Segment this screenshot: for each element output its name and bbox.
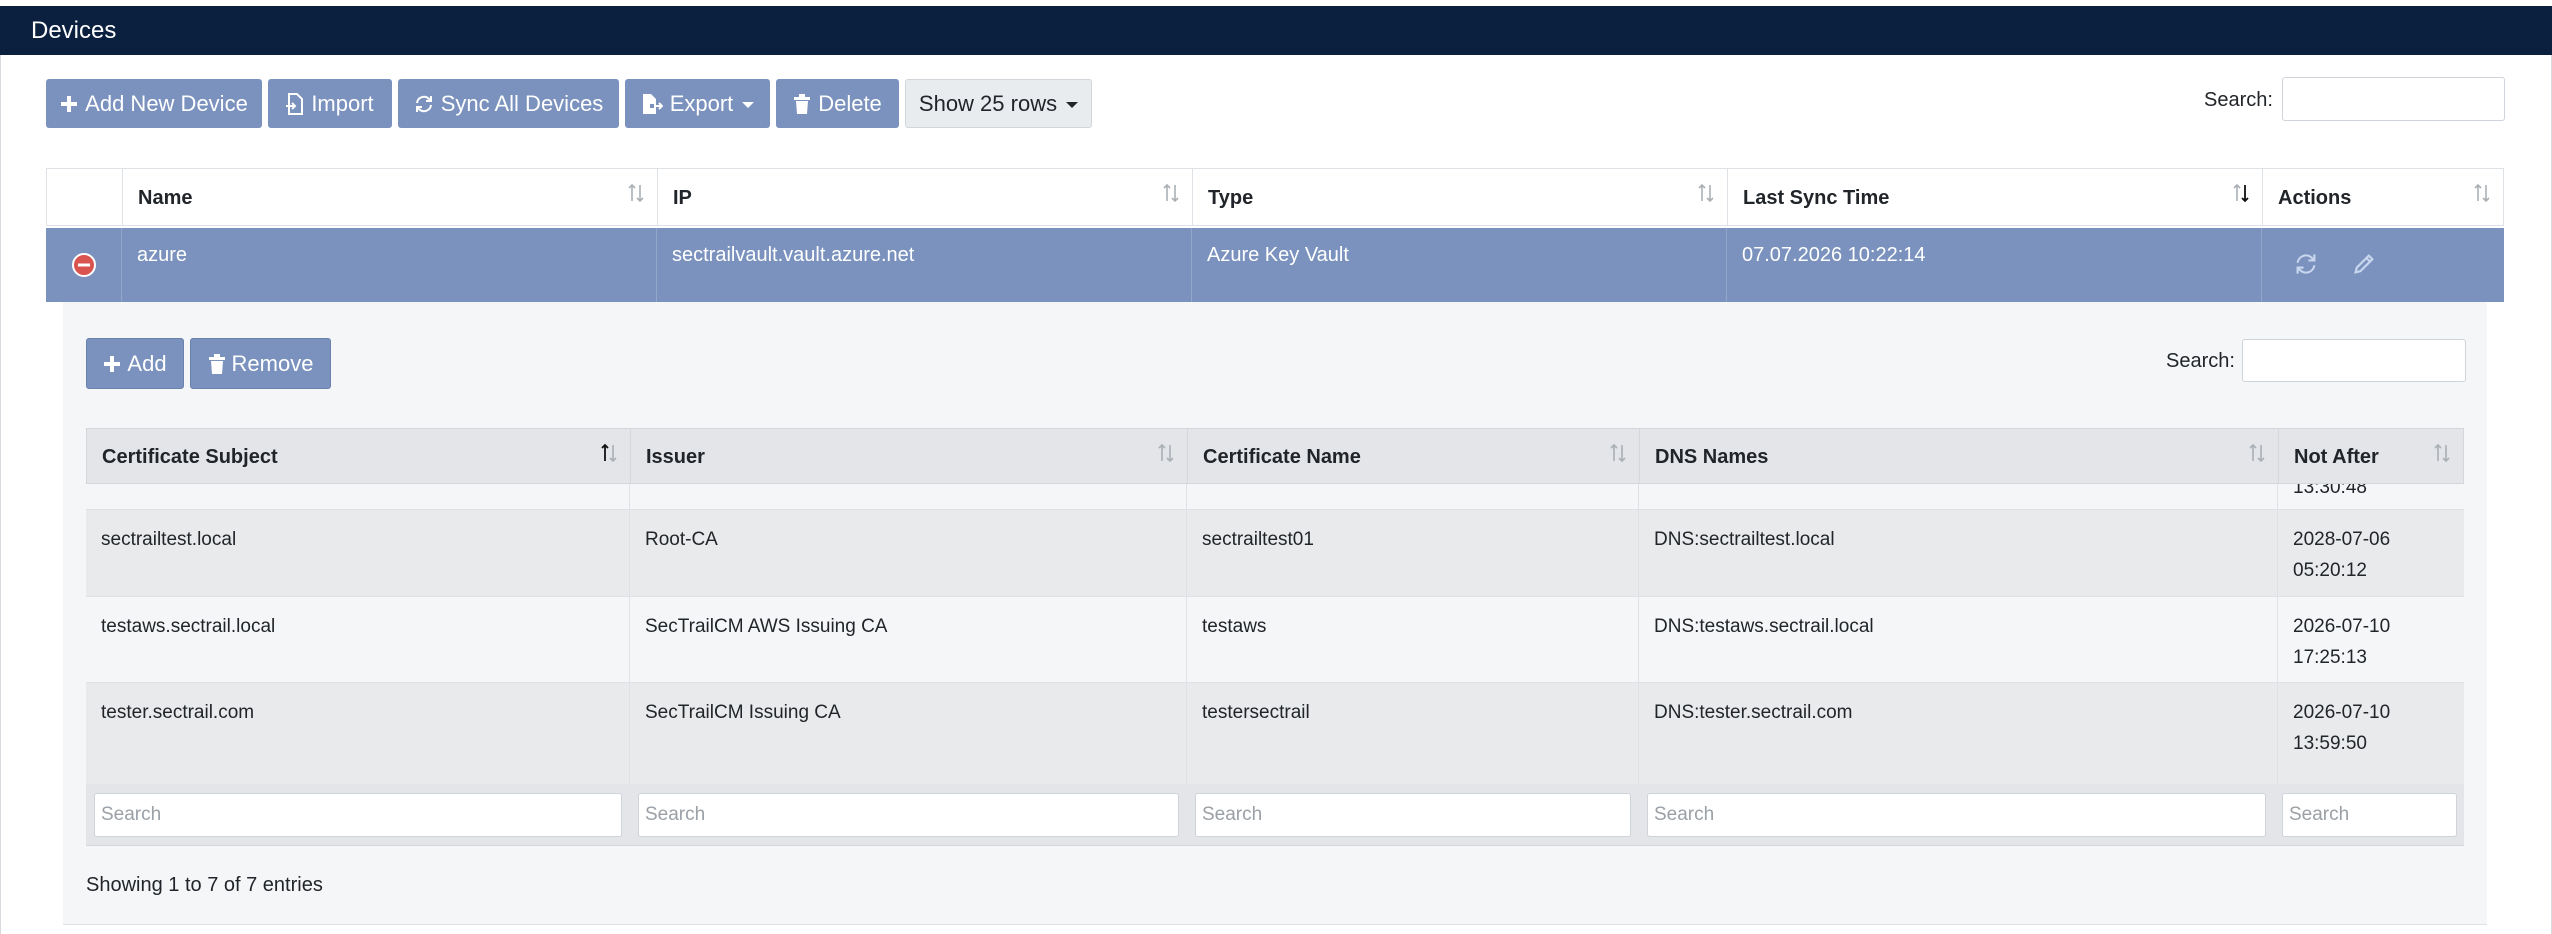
- add-new-device-button[interactable]: Add New Device: [46, 79, 262, 128]
- sync-all-devices-label: Sync All Devices: [440, 90, 604, 116]
- column-header-issuer[interactable]: Issuer: [631, 429, 1188, 483]
- file-export-icon: [642, 93, 663, 114]
- filter-certificate-name-input[interactable]: [1195, 793, 1631, 837]
- column-header-name[interactable]: Name: [123, 169, 658, 225]
- chevron-down-icon: [1066, 101, 1079, 108]
- table-row[interactable]: 13:30:48: [86, 484, 2464, 510]
- sync-icon: [415, 95, 432, 112]
- column-header-not-after[interactable]: Not After: [2279, 429, 2463, 483]
- table-row[interactable]: testaws.sectrail.local SecTrailCM AWS Is…: [86, 597, 2464, 683]
- sort-icon: [1163, 183, 1179, 203]
- column-header-last-sync-time[interactable]: Last Sync Time: [1728, 169, 2263, 225]
- column-header-certificate-name[interactable]: Certificate Name: [1188, 429, 1640, 483]
- column-header-actions[interactable]: Actions: [2263, 169, 2503, 225]
- export-dropdown-button[interactable]: Export: [625, 79, 770, 128]
- add-certificate-button[interactable]: Add: [86, 338, 184, 389]
- import-button[interactable]: Import: [268, 79, 392, 128]
- sort-asc-icon: [601, 443, 617, 463]
- trash-icon: [794, 93, 811, 114]
- certificate-subject-cell: testaws.sectrail.local: [86, 597, 630, 682]
- search-input[interactable]: [2282, 77, 2505, 121]
- certificates-table-body[interactable]: 13:30:48 sectrailtest.local Root-CA sect…: [86, 484, 2464, 784]
- add-certificate-label: Add: [127, 350, 167, 376]
- filter-not-after-input[interactable]: [2282, 793, 2457, 837]
- trash-icon: [208, 353, 225, 374]
- page-title: Devices: [31, 17, 117, 44]
- pagination-info: Showing 1 to 7 of 7 entries: [86, 874, 323, 896]
- device-last-sync-cell: 07.07.2026 10:22:14: [1727, 228, 2262, 302]
- sync-all-devices-button[interactable]: Sync All Devices: [398, 79, 619, 128]
- filter-certificate-subject-input[interactable]: [94, 793, 622, 837]
- sort-icon: [628, 183, 644, 203]
- dns-names-cell: DNS:testaws.sectrail.local: [1639, 597, 2278, 682]
- certificate-name-cell: sectrailtest01: [1187, 510, 1639, 596]
- table-row[interactable]: tester.sectrail.com SecTrailCM Issuing C…: [86, 683, 2464, 784]
- column-filter-row: [86, 784, 2464, 846]
- sort-icon: [2474, 183, 2490, 203]
- column-header-type[interactable]: Type: [1193, 169, 1728, 225]
- sync-icon[interactable]: [2294, 252, 2318, 276]
- rows-per-page-label: Show 25 rows: [918, 90, 1058, 116]
- import-label: Import: [311, 90, 374, 116]
- device-type-cell: Azure Key Vault: [1192, 228, 1727, 302]
- devices-table-header: Name IP Type Last Sync Time Actions: [46, 168, 2504, 226]
- certificate-name-cell: testaws: [1187, 597, 1639, 682]
- filter-issuer-input[interactable]: [638, 793, 1179, 837]
- certificates-table-header: Certificate Subject Issuer Certificate N…: [86, 428, 2464, 484]
- file-import-icon: [286, 92, 304, 115]
- not-after-cell: 2028-07-06 05:20:12: [2293, 529, 2391, 581]
- filter-dns-names-input[interactable]: [1647, 793, 2266, 837]
- table-row[interactable]: sectrailtest.local Root-CA sectrailtest0…: [86, 510, 2464, 597]
- chevron-down-icon: [742, 101, 755, 108]
- delete-button[interactable]: Delete: [776, 79, 899, 128]
- table-row[interactable]: azure sectrailvault.vault.azure.net Azur…: [46, 228, 2504, 302]
- add-new-device-label: Add New Device: [85, 90, 248, 116]
- column-header-dns-names[interactable]: DNS Names: [1640, 429, 2279, 483]
- sort-icon: [1610, 443, 1626, 463]
- remove-certificate-button[interactable]: Remove: [190, 338, 331, 389]
- not-after-cell: 13:30:48: [2293, 484, 2367, 498]
- remove-certificate-label: Remove: [231, 350, 314, 376]
- not-after-cell: 2026-07-10 13:59:50: [2293, 702, 2391, 754]
- column-header-certificate-subject[interactable]: Certificate Subject: [87, 429, 631, 483]
- pencil-icon[interactable]: [2352, 252, 2376, 276]
- sort-icon: [2249, 443, 2265, 463]
- rows-per-page-dropdown[interactable]: Show 25 rows: [905, 79, 1092, 128]
- delete-label: Delete: [818, 90, 882, 116]
- expand-cell: [46, 228, 122, 302]
- issuer-cell: SecTrailCM AWS Issuing CA: [630, 597, 1187, 682]
- certificate-search-label: Search:: [2166, 350, 2235, 372]
- sort-icon: [1158, 443, 1174, 463]
- column-header-ip[interactable]: IP: [658, 169, 1193, 225]
- sort-desc-icon: [2233, 183, 2249, 203]
- export-label: Export: [669, 90, 734, 116]
- issuer-cell: Root-CA: [630, 510, 1187, 596]
- sort-icon: [2434, 443, 2450, 463]
- dns-names-cell: DNS:sectrailtest.local: [1639, 510, 2278, 596]
- not-after-cell: 2026-07-10 17:25:13: [2293, 616, 2391, 668]
- certificate-subject-cell: tester.sectrail.com: [86, 683, 630, 784]
- device-name-cell: azure: [122, 228, 657, 302]
- device-actions-cell: [2262, 228, 2504, 302]
- expand-column-header: [47, 169, 123, 225]
- sort-icon: [1698, 183, 1714, 203]
- dns-names-cell: DNS:tester.sectrail.com: [1639, 683, 2278, 784]
- plus-icon: [61, 95, 78, 112]
- certificate-search-input[interactable]: [2242, 339, 2466, 382]
- certificate-name-cell: testersectrail: [1187, 683, 1639, 784]
- device-ip-cell: sectrailvault.vault.azure.net: [657, 228, 1192, 302]
- certificate-subject-cell: sectrailtest.local: [86, 510, 630, 596]
- plus-icon: [104, 355, 121, 372]
- collapse-row-icon[interactable]: [72, 253, 96, 277]
- issuer-cell: SecTrailCM Issuing CA: [630, 683, 1187, 784]
- search-label: Search:: [2204, 89, 2273, 111]
- page: Devices Add New Device Import Sync All D…: [0, 0, 2552, 934]
- header-bar: Devices: [0, 6, 2552, 55]
